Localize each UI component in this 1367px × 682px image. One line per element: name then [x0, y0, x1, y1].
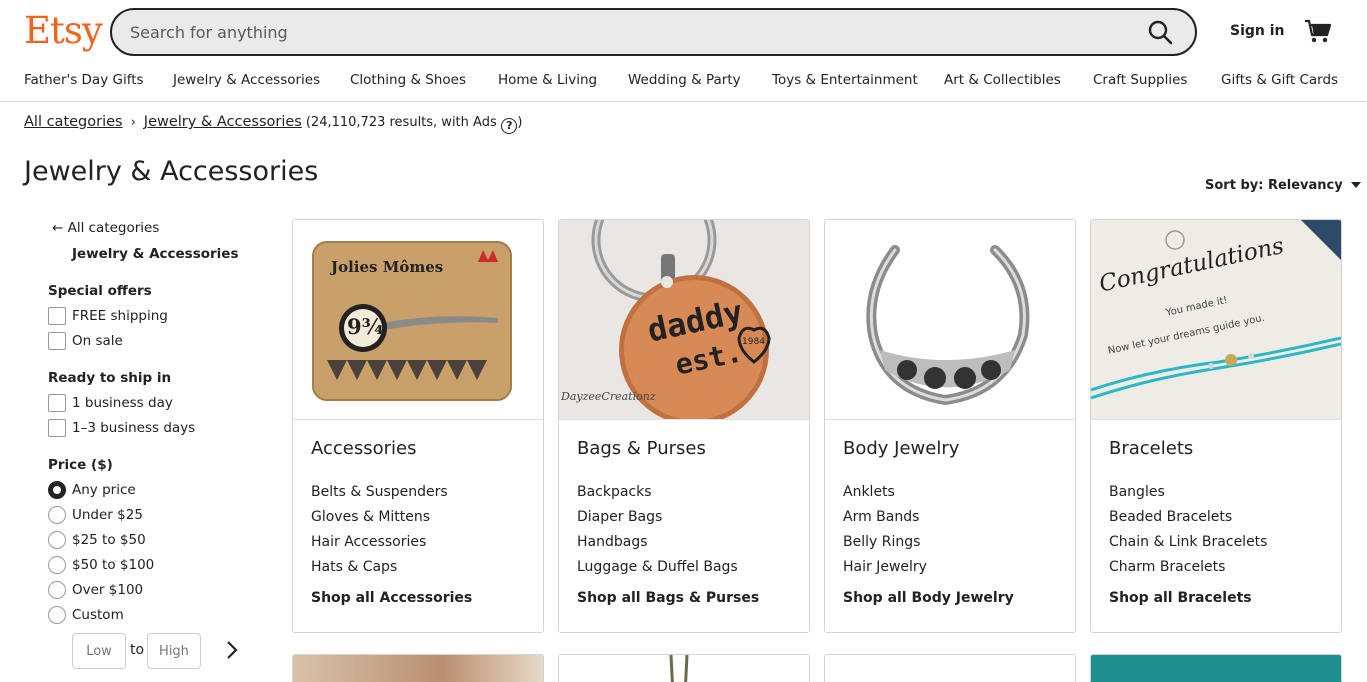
checkbox[interactable]: [48, 307, 66, 325]
etsy-logo[interactable]: Etsy: [24, 9, 103, 52]
checkbox[interactable]: [48, 419, 66, 437]
search-input[interactable]: [130, 10, 1090, 54]
shop-all-link[interactable]: Shop all Body Jewelry: [843, 590, 1014, 606]
results-count: (24,110,723 results, with Ads: [305, 115, 497, 130]
ready-to-ship-heading: Ready to ship in: [48, 370, 172, 386]
filter-label: FREE shipping: [72, 308, 168, 324]
checkbox[interactable]: [48, 394, 66, 412]
category-nav: Father's Day Gifts Jewelry & Accessories…: [0, 66, 1367, 102]
category-card-accessories[interactable]: Jolies Mômes 9¾ Accessories Belts & Susp…: [292, 219, 544, 633]
breadcrumb: All categories › Jewelry & Accessories (24,…: [24, 114, 522, 134]
sidebar-current-category: Jewelry & Accessories: [72, 246, 239, 262]
category-card-partial[interactable]: [558, 654, 810, 682]
search-bar: [110, 8, 1197, 56]
radio[interactable]: [48, 556, 66, 574]
body-jewelry-image: [825, 220, 1075, 420]
breadcrumb-jewelry-accessories[interactable]: Jewelry & Accessories: [144, 114, 302, 130]
caret-down-icon: [1350, 182, 1361, 188]
subcategory-link[interactable]: Arm Bands: [843, 509, 919, 525]
price-heading: Price ($): [48, 457, 113, 473]
price-label: Custom: [72, 607, 124, 623]
arrow-left-icon: ←: [52, 220, 68, 236]
subcategory-link[interactable]: Belts & Suspenders: [311, 484, 448, 500]
subcategory-link[interactable]: Charm Bracelets: [1109, 559, 1225, 575]
nav-craft-supplies[interactable]: Craft Supplies: [1093, 72, 1187, 88]
price-label: $50 to $100: [72, 557, 155, 573]
checkbox[interactable]: [48, 332, 66, 350]
chevron-right-icon[interactable]: [222, 638, 242, 662]
price-label: Under $25: [72, 507, 143, 523]
subcategory-link[interactable]: Anklets: [843, 484, 895, 500]
category-card-partial[interactable]: [292, 654, 544, 682]
subcategory-link[interactable]: Chain & Link Bracelets: [1109, 534, 1267, 550]
nav-clothing-shoes[interactable]: Clothing & Shoes: [350, 72, 466, 88]
filter-label: 1 business day: [72, 395, 173, 411]
price-high-input[interactable]: [147, 633, 201, 669]
breadcrumb-all-categories[interactable]: All categories: [24, 114, 123, 130]
nav-home-living[interactable]: Home & Living: [498, 72, 597, 88]
subcategory-link[interactable]: Gloves & Mittens: [311, 509, 430, 525]
cart-icon[interactable]: [1304, 18, 1332, 44]
subcategory-link[interactable]: Backpacks: [577, 484, 652, 500]
image-badge-text: 9¾: [347, 314, 384, 339]
subcategory-link[interactable]: Handbags: [577, 534, 648, 550]
bracelets-image: Congratulations You made it! Now let you…: [1091, 220, 1341, 420]
filter-label: On sale: [72, 333, 123, 349]
special-offers-heading: Special offers: [48, 283, 152, 299]
nav-wedding-party[interactable]: Wedding & Party: [628, 72, 741, 88]
radio-selected[interactable]: [48, 481, 66, 499]
back-all-categories[interactable]: ← All categories: [52, 220, 159, 236]
category-card-bags-purses[interactable]: daddy est. 1984 DayzeeCreationz Bags & P…: [558, 219, 810, 633]
shop-all-link[interactable]: Shop all Bags & Purses: [577, 590, 759, 606]
help-icon[interactable]: ?: [501, 118, 518, 134]
price-label: $25 to $50: [72, 532, 146, 548]
sort-label: Sort by: Relevancy: [1205, 178, 1343, 193]
subcategory-link[interactable]: Hats & Caps: [311, 559, 397, 575]
subcategory-link[interactable]: Bangles: [1109, 484, 1165, 500]
accessories-image: Jolies Mômes 9¾: [293, 220, 543, 420]
category-card-body-jewelry[interactable]: Body Jewelry Anklets Arm Bands Belly Rin…: [824, 219, 1076, 633]
card-title[interactable]: Bags & Purses: [577, 438, 706, 459]
price-to-label: to: [130, 642, 145, 658]
price-label: Over $100: [72, 582, 144, 598]
sign-in-link[interactable]: Sign in: [1230, 23, 1285, 39]
radio[interactable]: [48, 581, 66, 599]
image-text: Jolies Mômes: [331, 258, 444, 276]
radio[interactable]: [48, 506, 66, 524]
nav-toys-entertainment[interactable]: Toys & Entertainment: [772, 72, 918, 88]
nav-art-collectibles[interactable]: Art & Collectibles: [944, 72, 1061, 88]
price-label: Any price: [72, 482, 136, 498]
page-title: Jewelry & Accessories: [24, 156, 319, 187]
price-low-input[interactable]: [72, 633, 126, 669]
category-card-partial[interactable]: [1090, 654, 1342, 682]
subcategory-link[interactable]: Luggage & Duffel Bags: [577, 559, 738, 575]
card-title[interactable]: Body Jewelry: [843, 438, 959, 459]
search-icon[interactable]: [1147, 19, 1175, 47]
results-count-close: ): [517, 115, 523, 130]
nav-fathers-day-gifts[interactable]: Father's Day Gifts: [24, 72, 144, 88]
card-title[interactable]: Bracelets: [1109, 438, 1193, 459]
subcategory-link[interactable]: Belly Rings: [843, 534, 920, 550]
category-card-partial[interactable]: [824, 654, 1076, 682]
subcategory-link[interactable]: Diaper Bags: [577, 509, 662, 525]
subcategory-link[interactable]: Hair Jewelry: [843, 559, 927, 575]
subcategory-link[interactable]: Beaded Bracelets: [1109, 509, 1232, 525]
radio[interactable]: [48, 531, 66, 549]
radio[interactable]: [48, 606, 66, 624]
card-title[interactable]: Accessories: [311, 438, 417, 459]
chevron-right-icon: ›: [130, 115, 136, 130]
sort-dropdown[interactable]: Sort by: Relevancy: [1205, 178, 1361, 193]
shop-all-link[interactable]: Shop all Bracelets: [1109, 590, 1252, 606]
back-label: All categories: [67, 220, 160, 236]
bags-purses-image: daddy est. 1984 DayzeeCreationz: [559, 220, 809, 420]
category-card-bracelets[interactable]: Congratulations You made it! Now let you…: [1090, 219, 1342, 633]
image-year: 1984: [742, 337, 765, 347]
subcategory-link[interactable]: Hair Accessories: [311, 534, 426, 550]
nav-gifts-gift-cards[interactable]: Gifts & Gift Cards: [1221, 72, 1338, 88]
image-watermark: DayzeeCreationz: [561, 390, 656, 403]
nav-jewelry-accessories[interactable]: Jewelry & Accessories: [173, 72, 320, 88]
shop-all-link[interactable]: Shop all Accessories: [311, 590, 472, 606]
filter-label: 1–3 business days: [72, 420, 196, 436]
